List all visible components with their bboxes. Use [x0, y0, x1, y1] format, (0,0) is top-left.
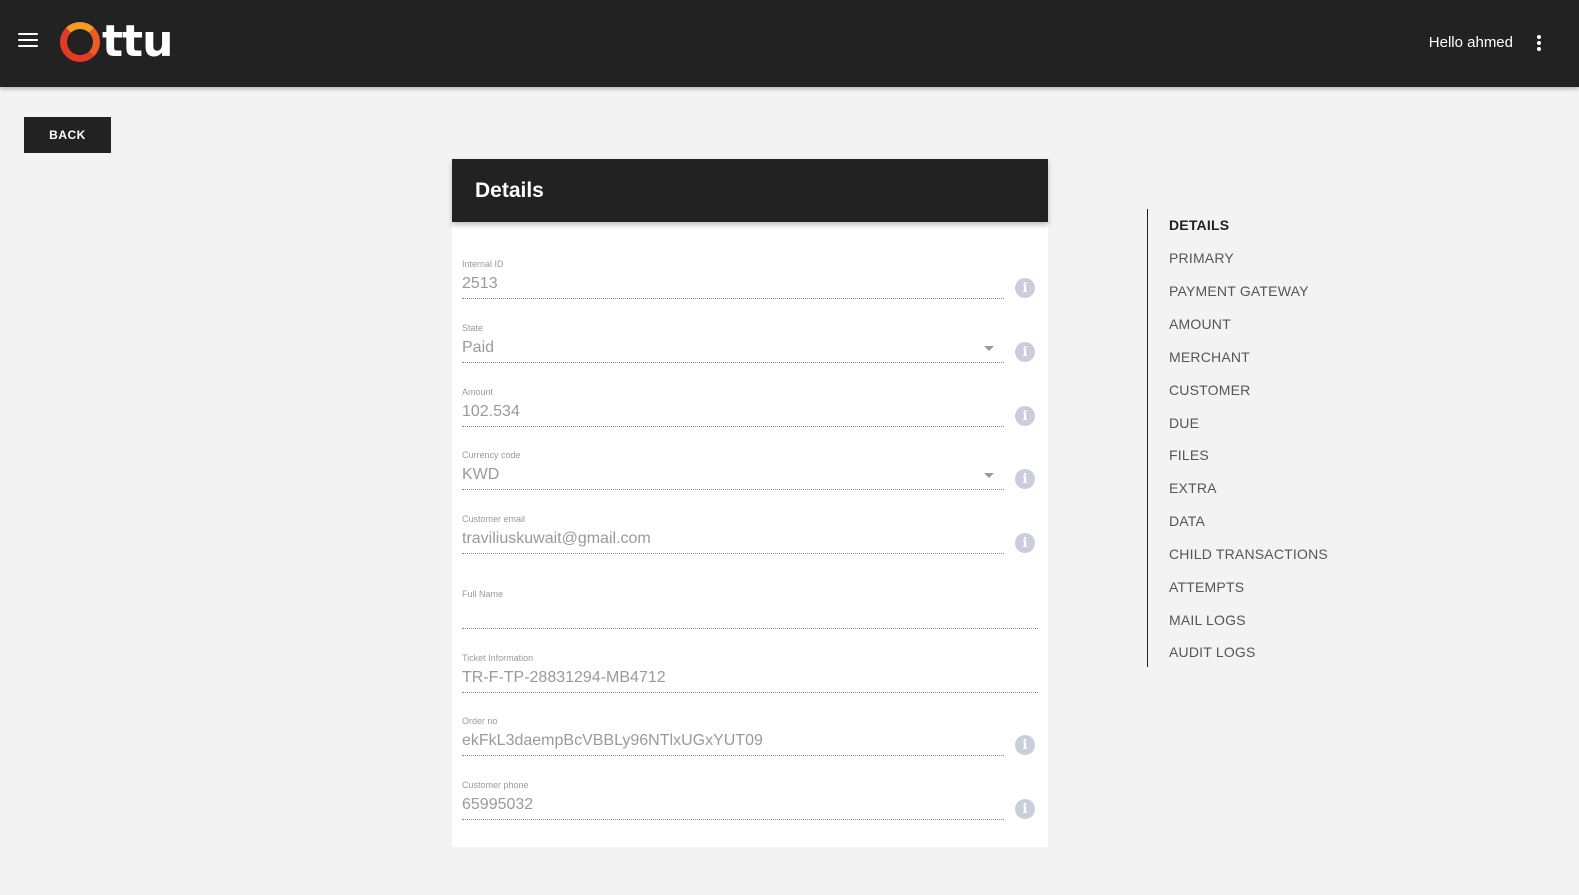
toc-item-due[interactable]: DUE — [1169, 415, 1199, 431]
details-card: Details Internal ID 2513 i State Paid i … — [452, 159, 1048, 847]
state-select[interactable]: Paid — [462, 338, 1004, 363]
info-icon[interactable]: i — [1015, 799, 1035, 819]
info-icon[interactable]: i — [1015, 278, 1035, 298]
field-value: 65995032 — [462, 796, 534, 813]
section-navigation: DETAILS PRIMARY PAYMENT GATEWAY AMOUNT M… — [1147, 209, 1408, 667]
ottu-logo[interactable]: ttu — [60, 16, 173, 67]
toc-item-attempts[interactable]: ATTEMPTS — [1169, 579, 1244, 595]
ticket-information-field: Ticket Information TR-F-TP-28831294-MB47… — [462, 653, 1038, 693]
customer-email-field: Customer email traviliuskuwait@gmail.com… — [462, 514, 1038, 554]
field-value: ekFkL3daempBcVBBLy96NTlxUGxYUT09 — [462, 732, 763, 749]
full-name-input[interactable] — [462, 604, 1038, 629]
info-icon[interactable]: i — [1015, 533, 1035, 553]
info-icon[interactable]: i — [1015, 735, 1035, 755]
currency-code-select[interactable]: KWD — [462, 465, 1004, 490]
field-value: TR-F-TP-28831294-MB4712 — [462, 669, 666, 686]
toc-item-amount[interactable]: AMOUNT — [1169, 316, 1231, 332]
card-title: Details — [452, 159, 1048, 222]
field-label: Customer phone — [462, 780, 529, 790]
info-icon[interactable]: i — [1015, 342, 1035, 362]
order-no-input[interactable]: ekFkL3daempBcVBBLy96NTlxUGxYUT09 — [462, 731, 1004, 756]
toc-item-details[interactable]: DETAILS — [1169, 217, 1229, 233]
user-greeting: Hello ahmed — [1428, 34, 1513, 51]
currency-code-field: Currency code KWD i — [462, 450, 1038, 490]
customer-phone-field: Customer phone 65995032 i — [462, 780, 1038, 820]
customer-phone-input[interactable]: 65995032 — [462, 795, 1004, 820]
top-app-bar: ttu Hello ahmed — [0, 0, 1579, 87]
field-value: 102.534 — [462, 403, 520, 420]
field-label: Full Name — [462, 589, 504, 599]
toc-item-primary[interactable]: PRIMARY — [1169, 250, 1234, 266]
field-label: Internal ID — [462, 259, 504, 269]
more-options-icon[interactable] — [1537, 35, 1541, 51]
field-label: Amount — [462, 387, 494, 397]
internal-id-input[interactable]: 2513 — [462, 274, 1004, 299]
toc-item-extra[interactable]: EXTRA — [1169, 480, 1217, 496]
logo-ring-icon — [60, 22, 100, 62]
hamburger-menu-icon[interactable] — [18, 33, 38, 49]
info-icon[interactable]: i — [1015, 469, 1035, 489]
field-value: 2513 — [462, 275, 498, 292]
full-name-field: Full Name — [462, 589, 1038, 629]
state-field: State Paid i — [462, 323, 1038, 363]
toc-item-child-transactions[interactable]: CHILD TRANSACTIONS — [1169, 546, 1328, 562]
toc-item-merchant[interactable]: MERCHANT — [1169, 349, 1250, 365]
field-label: Ticket Information — [462, 653, 534, 663]
field-value: KWD — [462, 466, 500, 483]
dropdown-caret-icon — [984, 346, 994, 351]
field-label: Order no — [462, 716, 498, 726]
toc-item-data[interactable]: DATA — [1169, 513, 1205, 529]
order-no-field: Order no ekFkL3daempBcVBBLy96NTlxUGxYUT0… — [462, 716, 1038, 756]
toc-item-payment-gateway[interactable]: PAYMENT GATEWAY — [1169, 283, 1309, 299]
customer-email-input[interactable]: traviliuskuwait@gmail.com — [462, 529, 1004, 554]
field-value: Paid — [462, 339, 495, 356]
field-label: Customer email — [462, 514, 526, 524]
toc-item-customer[interactable]: CUSTOMER — [1169, 382, 1250, 398]
toc-item-mail-logs[interactable]: MAIL LOGS — [1169, 612, 1246, 628]
ticket-information-input[interactable]: TR-F-TP-28831294-MB4712 — [462, 668, 1038, 693]
amount-input[interactable]: 102.534 — [462, 402, 1004, 427]
internal-id-field: Internal ID 2513 i — [462, 259, 1038, 299]
field-label: State — [462, 323, 484, 333]
logo-text: ttu — [102, 16, 173, 67]
toc-item-files[interactable]: FILES — [1169, 447, 1209, 463]
toc-item-audit-logs[interactable]: AUDIT LOGS — [1169, 644, 1256, 660]
amount-field: Amount 102.534 i — [462, 387, 1038, 427]
field-label: Currency code — [462, 450, 521, 460]
info-icon[interactable]: i — [1015, 406, 1035, 426]
dropdown-caret-icon — [984, 473, 994, 478]
back-button[interactable]: BACK — [24, 117, 111, 153]
field-value: traviliuskuwait@gmail.com — [462, 530, 651, 547]
